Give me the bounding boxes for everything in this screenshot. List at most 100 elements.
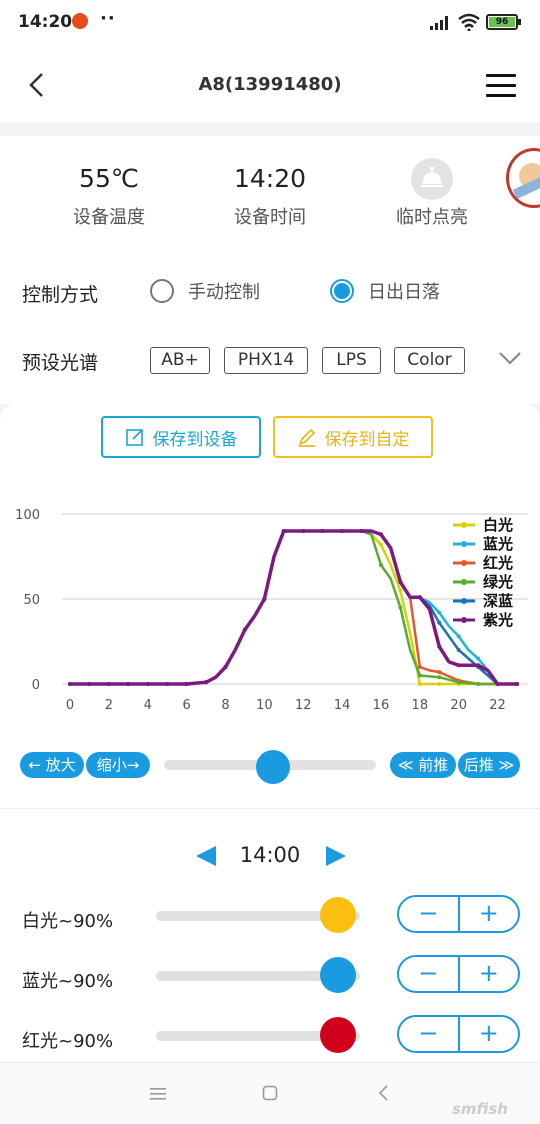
preset-chip-phx14[interactable]: PHX14 — [224, 347, 308, 374]
channel-red-plus-button[interactable]: + — [460, 1017, 519, 1051]
data-point — [437, 682, 442, 686]
x-tick-label: 4 — [144, 698, 152, 713]
push-forward-button[interactable]: ≪ 前推 — [390, 752, 456, 778]
radio-circle — [150, 279, 174, 303]
data-point — [340, 529, 345, 533]
save-to-custom-button[interactable]: 保存到自定 — [273, 416, 433, 458]
preset-chip-lps[interactable]: LPS — [322, 347, 381, 374]
data-point — [87, 682, 92, 686]
data-point — [301, 529, 306, 533]
radio-sunrise-sunset[interactable]: 日出日落 — [330, 278, 440, 304]
page-title: A8(13991480) — [198, 74, 342, 95]
battery-level: 96 — [489, 17, 515, 27]
save-to-device-label: 保存到设备 — [152, 429, 238, 450]
data-point — [281, 529, 286, 533]
y-tick-label: 50 — [23, 593, 40, 608]
temporary-light-label[interactable]: 临时点亮 — [357, 203, 507, 229]
zoom-out-button[interactable]: 缩小→ — [86, 752, 150, 778]
save-to-device-button[interactable]: 保存到设备 — [101, 416, 261, 458]
data-point — [398, 605, 403, 610]
legend-marker — [461, 560, 467, 566]
y-tick-label: 0 — [32, 678, 40, 693]
channel-blue-minus-button[interactable]: − — [399, 957, 460, 991]
radio-circle-selected — [330, 279, 354, 303]
data-point — [456, 663, 461, 668]
watermark-text: smfish — [452, 1100, 508, 1118]
legend-marker — [461, 522, 467, 528]
push-backward-button[interactable]: 后推 ≫ — [458, 752, 520, 778]
legend-marker — [461, 541, 467, 547]
data-point — [165, 682, 170, 686]
channel-red-slider-thumb[interactable] — [319, 1017, 356, 1053]
preset-chip-ab-plus[interactable]: AB+ — [150, 347, 210, 374]
data-point — [378, 563, 383, 567]
app-notification-icon — [72, 13, 88, 29]
legend-label: 紫光 — [483, 611, 513, 629]
x-tick-label: 16 — [373, 698, 390, 713]
device-time: 14:20 设备时间 — [195, 164, 345, 229]
x-tick-label: 10 — [256, 698, 273, 713]
system-back-icon[interactable] — [378, 1085, 390, 1101]
data-point — [456, 648, 461, 652]
edit-icon — [125, 429, 143, 446]
channel-white-plus-button[interactable]: + — [460, 897, 519, 931]
next-time-icon[interactable] — [324, 845, 348, 867]
channel-blue-slider-thumb[interactable] — [319, 957, 356, 993]
device-time-label: 设备时间 — [234, 207, 306, 228]
data-point — [223, 665, 228, 669]
legend-marker — [461, 617, 467, 623]
channel-blue-label: 蓝光~90% — [22, 971, 114, 992]
data-point — [145, 682, 150, 686]
data-point — [456, 680, 461, 685]
channel-white-slider-thumb[interactable] — [319, 897, 356, 933]
temporary-light-spacer — [357, 164, 507, 193]
channel-row-red: 红光~90% − + — [0, 1013, 540, 1063]
legend-label: 绿光 — [483, 573, 513, 591]
chevron-down-icon[interactable] — [498, 350, 522, 366]
x-tick-label: 12 — [295, 698, 312, 713]
x-tick-label: 6 — [182, 698, 190, 713]
time-scroll-thumb[interactable] — [256, 750, 290, 784]
data-point — [515, 682, 519, 686]
status-time: 14:20 — [18, 12, 73, 32]
legend-label: 深蓝 — [483, 592, 513, 610]
data-point — [456, 634, 461, 639]
data-point — [184, 682, 189, 686]
data-point — [398, 588, 403, 593]
device-panel: 55℃ 设备温度 14:20 设备时间 临时点亮 控制方式 手动控制 日出日落 … — [0, 136, 540, 404]
channel-row-white: 白光~90% − + — [0, 893, 540, 943]
data-point — [437, 610, 442, 615]
wifi-icon — [458, 13, 480, 31]
data-point — [359, 529, 364, 533]
home-icon[interactable] — [262, 1085, 278, 1101]
battery-icon: 96 — [486, 14, 518, 30]
x-tick-label: 2 — [105, 698, 113, 713]
x-tick-label: 20 — [450, 698, 467, 713]
current-time-point: 14:00 — [239, 843, 301, 867]
preset-chip-color[interactable]: Color — [394, 347, 465, 374]
data-point — [417, 682, 422, 686]
data-point — [378, 542, 383, 547]
radio-manual-control[interactable]: 手动控制 — [150, 278, 260, 304]
preset-spectrum-label: 预设光谱 — [22, 352, 99, 374]
channel-red-minus-button[interactable]: − — [399, 1017, 460, 1051]
radio-manual-label: 手动控制 — [188, 282, 260, 303]
recent-apps-icon[interactable] — [150, 1087, 166, 1101]
radio-sunrise-label: 日出日落 — [368, 282, 440, 303]
channel-blue-stepper: − + — [397, 955, 520, 993]
legend-marker — [461, 598, 467, 604]
status-bar: 14:20 ·· 96 — [0, 0, 540, 46]
data-point — [437, 675, 442, 680]
channel-white-stepper: − + — [397, 895, 520, 933]
mascot-avatar[interactable] — [506, 148, 540, 208]
x-tick-label: 22 — [489, 698, 506, 713]
control-mode-label: 控制方式 — [22, 284, 99, 306]
zoom-in-button[interactable]: ← 放大 — [20, 752, 84, 778]
data-point — [437, 670, 442, 675]
data-point — [106, 682, 111, 686]
channel-blue-plus-button[interactable]: + — [460, 957, 519, 991]
temperature-value: 55℃ — [79, 164, 139, 193]
hamburger-menu-icon[interactable] — [486, 74, 516, 98]
channel-white-minus-button[interactable]: − — [399, 897, 460, 931]
data-point — [417, 673, 422, 678]
